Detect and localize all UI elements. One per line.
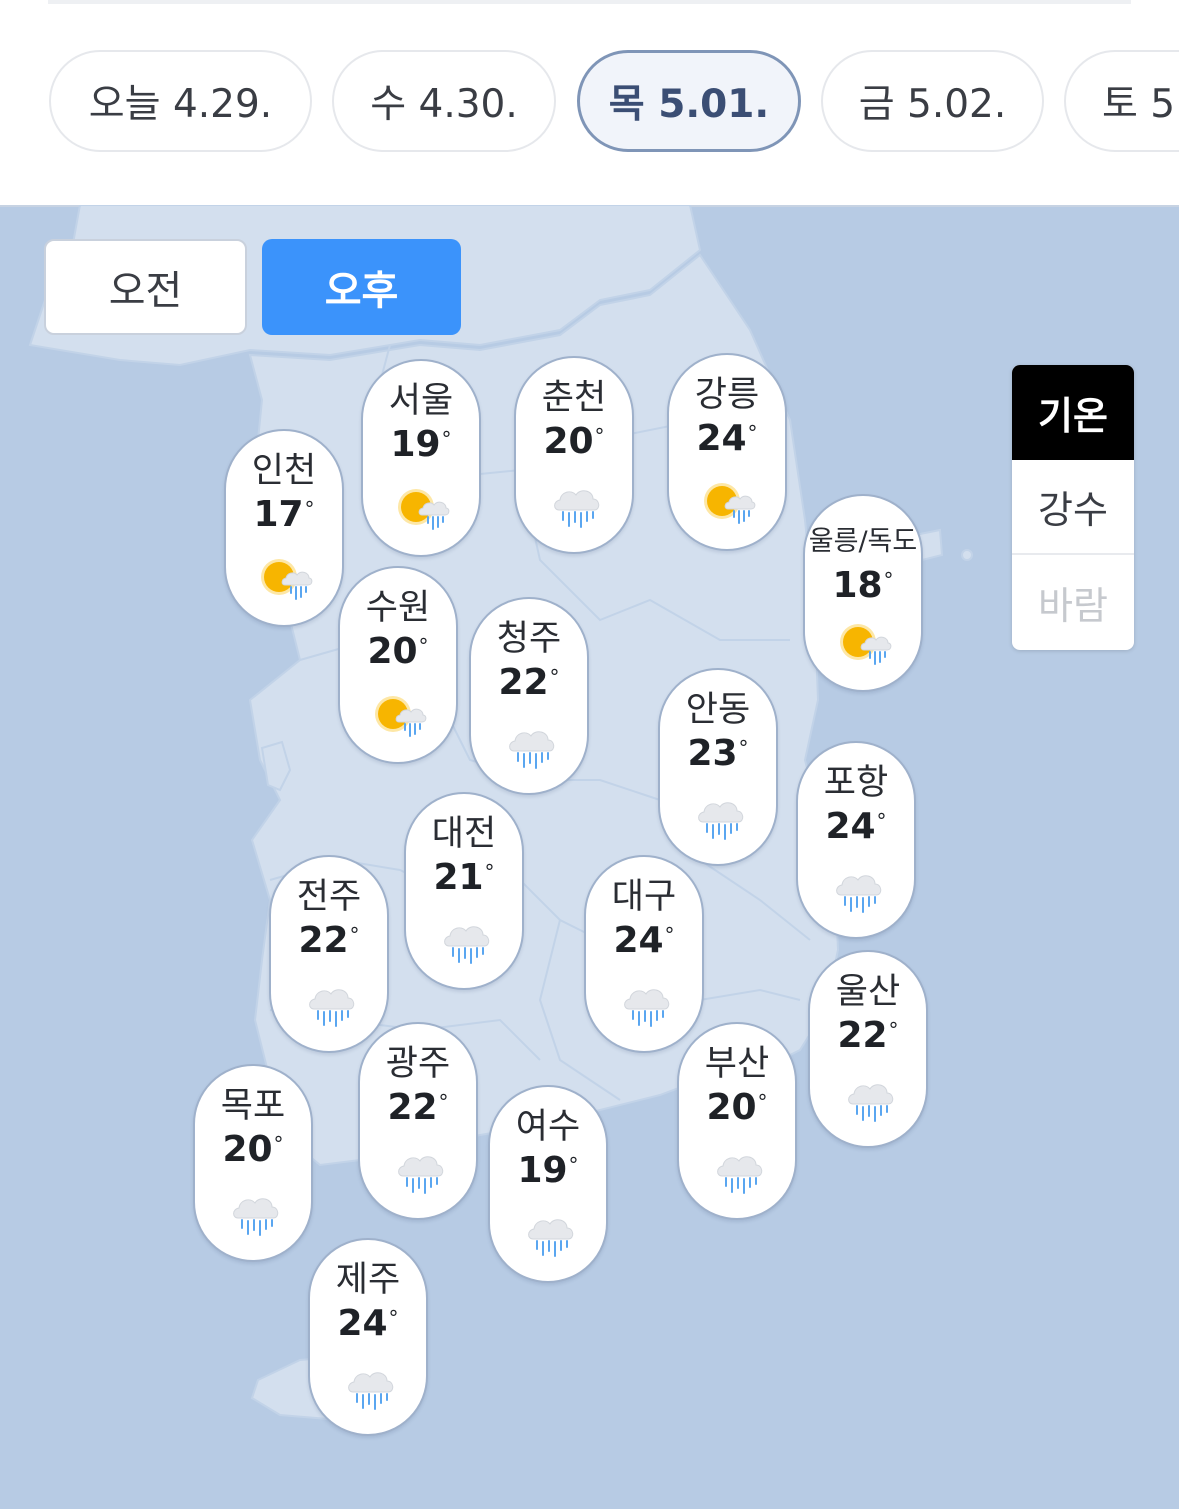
morning-toggle-button[interactable]: 오전 — [44, 239, 247, 335]
city-temp: 20° — [706, 1087, 768, 1128]
top-divider — [48, 0, 1131, 4]
rain-cloud-icon — [439, 916, 493, 970]
city-pin-ulsan[interactable]: 울산 22° — [808, 950, 928, 1148]
city-name: 대구 — [611, 877, 677, 917]
city-temp: 20° — [367, 631, 429, 672]
city-name: 수원 — [365, 588, 431, 628]
rain-cloud-icon — [619, 979, 673, 1033]
city-temp: 22° — [298, 920, 360, 961]
city-temp: 24° — [613, 920, 675, 961]
rain-cloud-icon — [504, 721, 558, 775]
city-pin-gwangju[interactable]: 광주 22° — [358, 1022, 478, 1220]
city-pin-incheon[interactable]: 인천 17° — [224, 429, 344, 627]
afternoon-toggle-button[interactable]: 오후 — [262, 239, 461, 335]
city-pin-busan[interactable]: 부산 20° — [677, 1022, 797, 1220]
city-pin-jeju[interactable]: 제주 24° — [308, 1238, 428, 1436]
date-chip-thu[interactable]: 목 5.01. — [577, 50, 801, 152]
city-name: 광주 — [385, 1044, 451, 1084]
city-pin-andong[interactable]: 안동 23° — [658, 668, 778, 866]
rain-cloud-icon — [304, 979, 358, 1033]
city-pin-cheongju[interactable]: 청주 22° — [469, 597, 589, 795]
date-chip-fri[interactable]: 금 5.02. — [821, 50, 1044, 152]
layer-temperature-button[interactable]: 기온 — [1012, 365, 1134, 460]
city-temp: 19° — [517, 1150, 579, 1191]
city-name: 목포 — [220, 1086, 286, 1126]
city-temp: 20° — [222, 1129, 284, 1170]
sun-rain-icon — [396, 483, 450, 537]
rain-cloud-icon — [712, 1146, 766, 1200]
city-temp: 22° — [498, 662, 560, 703]
city-pin-pohang[interactable]: 포항 24° — [796, 741, 916, 939]
city-temp: 22° — [387, 1087, 449, 1128]
city-name: 여수 — [515, 1107, 581, 1147]
layer-selector: 기온 강수 바람 — [1012, 365, 1134, 650]
city-name: 청주 — [496, 619, 562, 659]
date-selector-bar: 오늘 4.29. 수 4.30. 목 5.01. 금 5.02. 토 5 — [0, 0, 1179, 207]
city-temp: 21° — [433, 857, 495, 898]
city-pin-chuncheon[interactable]: 춘천 20° — [514, 356, 634, 554]
city-name: 안동 — [685, 690, 751, 730]
city-pin-mokpo[interactable]: 목포 20° — [193, 1064, 313, 1262]
city-name: 부산 — [704, 1044, 770, 1084]
rain-cloud-icon — [343, 1362, 397, 1416]
city-temp: 22° — [837, 1015, 899, 1056]
city-name: 인천 — [251, 451, 317, 491]
city-name: 제주 — [335, 1260, 401, 1300]
city-name: 울릉/독도 — [808, 526, 918, 557]
city-pin-ulleung-dokdo[interactable]: 울릉/독도 18° — [803, 494, 923, 692]
city-temp: 18° — [832, 565, 894, 606]
city-temp: 24° — [337, 1303, 399, 1344]
rain-cloud-icon — [393, 1146, 447, 1200]
rain-cloud-icon — [523, 1209, 577, 1263]
city-name: 전주 — [296, 877, 362, 917]
city-temp: 17° — [253, 494, 315, 535]
rain-cloud-icon — [831, 865, 885, 919]
date-chip-wed[interactable]: 수 4.30. — [332, 50, 556, 152]
city-temp: 24° — [696, 418, 758, 459]
city-temp: 20° — [543, 421, 605, 462]
city-temp: 23° — [687, 733, 749, 774]
city-temp: 24° — [825, 806, 887, 847]
rain-cloud-icon — [843, 1074, 897, 1128]
city-name: 춘천 — [541, 378, 607, 418]
city-name: 강릉 — [694, 375, 760, 415]
rain-cloud-icon — [228, 1188, 282, 1242]
rain-cloud-icon — [549, 480, 603, 534]
date-chip-today[interactable]: 오늘 4.29. — [49, 50, 312, 152]
layer-wind-button[interactable]: 바람 — [1012, 555, 1134, 650]
city-pin-gangneung[interactable]: 강릉 24° — [667, 353, 787, 551]
layer-precipitation-button[interactable]: 강수 — [1012, 460, 1134, 555]
city-temp: 19° — [390, 424, 452, 465]
city-pin-jeonju[interactable]: 전주 22° — [269, 855, 389, 1053]
city-name: 서울 — [388, 381, 454, 421]
rain-cloud-icon — [693, 792, 747, 846]
sun-rain-icon — [702, 477, 756, 531]
sun-rain-icon — [838, 618, 892, 672]
city-pin-seoul[interactable]: 서울 19° — [361, 359, 481, 557]
city-pin-yeosu[interactable]: 여수 19° — [488, 1085, 608, 1283]
sun-rain-icon — [373, 690, 427, 744]
city-name: 포항 — [823, 763, 889, 803]
date-chip-sat[interactable]: 토 5 — [1064, 50, 1179, 152]
city-pin-suwon[interactable]: 수원 20° — [338, 566, 458, 764]
city-pin-daejeon[interactable]: 대전 21° — [404, 792, 524, 990]
city-pin-daegu[interactable]: 대구 24° — [584, 855, 704, 1053]
city-name: 울산 — [835, 972, 901, 1012]
sun-rain-icon — [259, 553, 313, 607]
city-name: 대전 — [431, 814, 497, 854]
